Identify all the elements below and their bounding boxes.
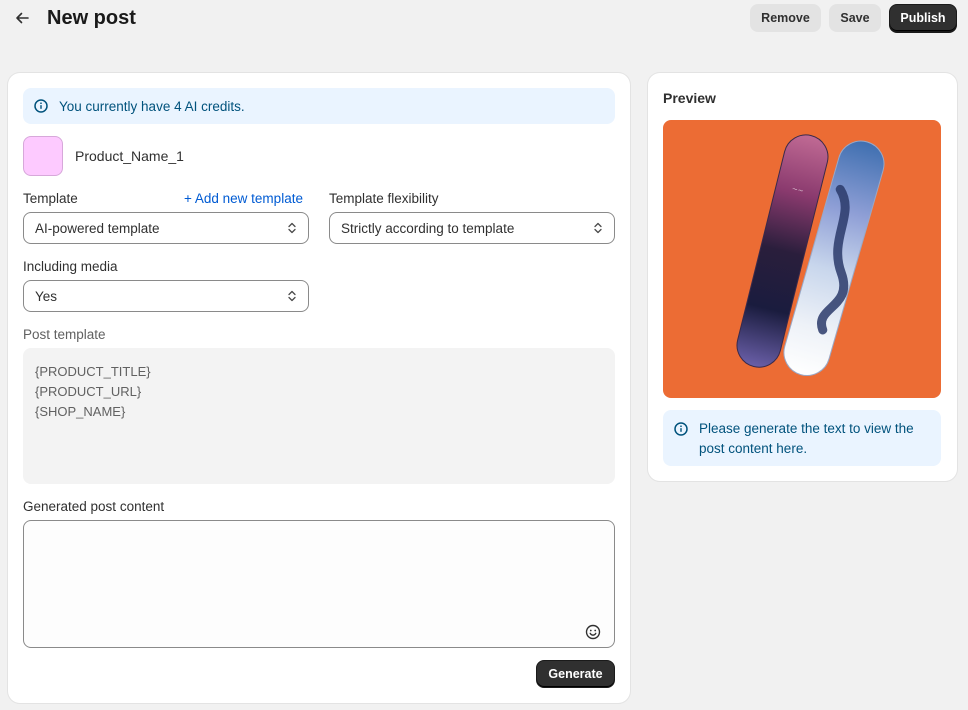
select-chevron-icon (288, 222, 296, 234)
preview-info-note: Please generate the text to view the pos… (663, 410, 941, 466)
info-icon (674, 422, 688, 436)
template-line: {PRODUCT_URL} (35, 384, 142, 399)
select-chevron-icon (594, 222, 602, 234)
preview-title: Preview (663, 90, 716, 106)
template-select[interactable]: AI-powered template (23, 212, 309, 244)
template-line: {PRODUCT_TITLE} (35, 364, 151, 379)
info-icon (34, 99, 48, 113)
template-flexibility-label: Template flexibility (329, 191, 439, 206)
post-form-card: You currently have 4 AI credits. Product… (8, 73, 630, 703)
arrow-left-icon (16, 12, 29, 24)
add-new-template-link[interactable]: + Add new template (184, 191, 303, 206)
post-template-label: Post template (23, 327, 106, 342)
remove-button[interactable]: Remove (750, 4, 821, 32)
preview-card: Preview ~~ Please generate the text to v… (648, 73, 957, 481)
publish-button[interactable]: Publish (889, 4, 957, 32)
post-template-box: {PRODUCT_TITLE} {PRODUCT_URL} {SHOP_NAME… (23, 348, 615, 484)
page-title: New post (47, 7, 136, 29)
generate-button[interactable]: Generate (536, 660, 615, 688)
banner-text: You currently have 4 AI credits. (59, 98, 245, 114)
product-thumbnail (23, 136, 63, 176)
select-chevron-icon (288, 290, 296, 302)
template-line: {SHOP_NAME} (35, 404, 126, 419)
back-button[interactable] (10, 6, 34, 30)
including-media-label: Including media (23, 259, 118, 274)
ai-credits-banner: You currently have 4 AI credits. (23, 88, 615, 124)
template-select-value: AI-powered template (35, 220, 160, 236)
product-name: Product_Name_1 (75, 148, 184, 164)
template-label: Template (23, 191, 78, 206)
product-preview-image: ~~ (663, 120, 941, 398)
generated-content-label: Generated post content (23, 499, 165, 514)
generated-content-textarea[interactable] (23, 520, 615, 648)
snowboards-illustration: ~~ (736, 134, 885, 376)
including-media-select[interactable]: Yes (23, 280, 309, 312)
save-button[interactable]: Save (829, 4, 881, 32)
template-flexibility-select[interactable]: Strictly according to template (329, 212, 615, 244)
including-media-value: Yes (35, 288, 58, 304)
smiley-icon[interactable] (585, 624, 601, 640)
preview-note-text: Please generate the text to view the pos… (699, 421, 914, 456)
template-flexibility-value: Strictly according to template (341, 220, 515, 236)
